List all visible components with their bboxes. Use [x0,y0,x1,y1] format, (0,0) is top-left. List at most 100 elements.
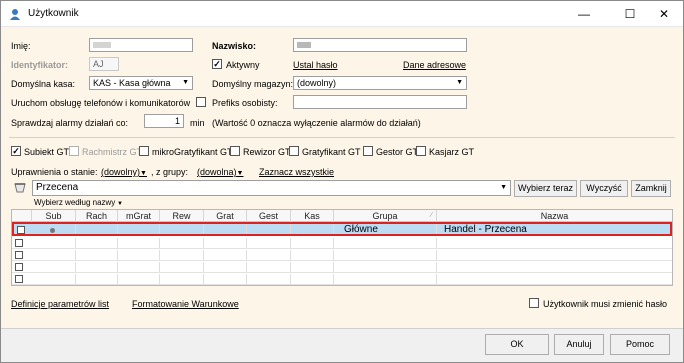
identyfikator-input[interactable]: AJ [89,57,119,71]
col-rach[interactable]: Rach [76,210,118,222]
role-mikrogratyfikant-checkbox[interactable] [139,146,149,156]
wyczysc-button[interactable]: Wyczyść [580,180,628,197]
col-sub[interactable]: Sub [32,210,76,222]
cell-mgrat[interactable] [118,238,160,248]
cell-kas[interactable] [291,224,334,234]
col-mgrat[interactable]: mGrat [118,210,160,222]
cell-rew[interactable] [160,262,204,272]
cell-rach[interactable] [76,250,118,260]
cell-gest[interactable] [247,224,291,234]
alarmy-input[interactable]: 1 [144,114,184,128]
button-bar: OK Anuluj Pomoc [1,328,683,362]
cell-kas[interactable] [291,238,334,248]
zaznacz-wszystkie-link[interactable]: Zaznacz wszystkie [259,167,334,177]
table-row[interactable]: Główne Handel - Przecena [12,222,672,236]
cell-grat[interactable] [204,238,247,248]
cell-gest[interactable] [247,238,291,248]
cell-kas[interactable] [291,274,334,284]
dane-adresowe-link[interactable]: Dane adresowe [403,60,466,70]
imie-input[interactable] [89,38,193,52]
window-title: Użytkownik [28,8,79,19]
search-combo[interactable]: Przecena ▼ [32,180,511,196]
cell-mgrat[interactable] [118,262,160,272]
cell-rach[interactable] [76,262,118,272]
alarmy-note: (Wartość 0 oznacza wyłączenie alarmów do… [212,118,421,128]
role-kasjarz-checkbox[interactable] [416,146,426,156]
role-rewizor-checkbox[interactable] [230,146,240,156]
cell-grupa[interactable] [334,262,437,272]
cell-sub[interactable] [32,238,76,248]
cell-mgrat[interactable] [118,274,160,284]
table-row[interactable] [12,262,672,273]
prefiks-input[interactable] [293,95,467,109]
redacted-value [93,42,111,48]
col-grupa[interactable]: Grupa ⁄ [334,210,437,222]
grupa-dropdown[interactable]: (dowolna)▼ [197,167,243,177]
cell-sub[interactable] [32,250,76,260]
row-checkbox[interactable] [15,239,23,247]
cell-sub[interactable] [32,274,76,284]
row-checkbox[interactable] [15,263,23,271]
musi-zmienic-checkbox[interactable] [529,298,539,308]
table-row[interactable] [12,238,672,249]
nazwisko-input[interactable] [293,38,467,52]
row-checkbox[interactable] [15,251,23,259]
cell-kas[interactable] [291,250,334,260]
cell-grat[interactable] [204,250,247,260]
wybierz-wg-dropdown[interactable]: Wybierz według nazwy ▼ [34,198,123,207]
cell-rew[interactable] [160,274,204,284]
magazyn-select[interactable]: (dowolny) ▼ [293,76,467,90]
minimize-icon[interactable]: — [574,4,594,24]
grupa-label: , z grupy: [151,167,189,177]
pomoc-button[interactable]: Pomoc [610,334,670,355]
col-gest[interactable]: Gest [247,210,291,222]
role-gestor-checkbox[interactable] [363,146,373,156]
cell-rach[interactable] [76,274,118,284]
table-row[interactable] [12,250,672,261]
cell-gest[interactable] [247,262,291,272]
formatowanie-link[interactable]: Formatowanie Warunkowe [132,299,239,309]
row-checkbox[interactable] [17,226,25,234]
cell-kas[interactable] [291,262,334,272]
cell-gest[interactable] [247,274,291,284]
cell-rew[interactable] [160,250,204,260]
cell-rach[interactable] [76,238,118,248]
zamknij-button[interactable]: Zamknij [631,180,671,197]
cell-sub[interactable] [32,262,76,272]
aktywny-checkbox[interactable]: ✓ [212,59,222,69]
wybierz-teraz-button[interactable]: Wybierz teraz [514,180,577,197]
telefony-checkbox[interactable] [196,97,206,107]
cell-grupa[interactable] [334,238,437,248]
kasa-select[interactable]: KAS - Kasa główna ▼ [89,76,193,90]
cell-rew[interactable] [160,238,204,248]
maximize-icon[interactable]: ☐ [620,4,640,24]
cell-grupa[interactable] [334,250,437,260]
ok-button[interactable]: OK [485,334,549,355]
cell-gest[interactable] [247,250,291,260]
eraser-icon[interactable] [13,181,27,193]
stan-dropdown[interactable]: (dowolny)▼ [101,167,147,177]
row-checkbox[interactable] [15,275,23,283]
cell-rew[interactable] [160,224,204,234]
col-kas[interactable]: Kas [291,210,334,222]
table-row[interactable] [12,274,672,285]
definicje-link[interactable]: Definicje parametrów list [11,299,109,309]
close-icon[interactable]: ✕ [654,4,674,24]
ustal-haslo-link[interactable]: Ustal hasło [293,60,338,70]
role-gratyfikant-checkbox[interactable] [289,146,299,156]
cell-rach[interactable] [76,224,118,234]
col-grat[interactable]: Grat [204,210,247,222]
cell-grat[interactable] [204,274,247,284]
cell-grat[interactable] [204,224,247,234]
col-nazwa[interactable]: Nazwa [437,210,672,222]
grid-header: Sub Rach mGrat Rew Grat Gest Kas Grupa ⁄… [12,210,672,222]
cell-grupa[interactable] [334,274,437,284]
col-rew[interactable]: Rew [160,210,204,222]
cell-sub[interactable] [32,224,76,234]
cell-mgrat[interactable] [118,224,160,234]
cell-mgrat[interactable] [118,250,160,260]
role-subiekt-checkbox[interactable]: ✓ [11,146,21,156]
cell-grat[interactable] [204,262,247,272]
anuluj-button[interactable]: Anuluj [554,334,604,355]
chevron-down-icon: ▼ [456,79,463,86]
